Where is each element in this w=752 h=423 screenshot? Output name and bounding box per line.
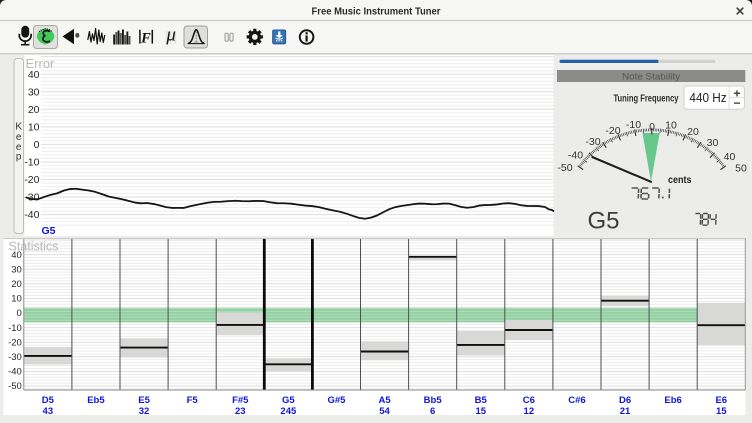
svg-text:-10: -10 — [8, 323, 22, 334]
svg-text:15: 15 — [475, 406, 486, 417]
svg-text:43: 43 — [43, 406, 54, 417]
svg-text:B5: B5 — [475, 395, 488, 406]
svg-text:-10: -10 — [626, 119, 641, 131]
svg-text:20: 20 — [11, 279, 22, 290]
svg-text:G5: G5 — [42, 225, 56, 237]
svg-text:Bb5: Bb5 — [424, 395, 443, 406]
svg-text:E6: E6 — [715, 395, 727, 406]
svg-text:F#5: F#5 — [232, 395, 249, 406]
svg-text:30: 30 — [707, 137, 719, 149]
svg-text:E5: E5 — [138, 395, 150, 406]
svg-text:-30: -30 — [8, 352, 22, 363]
svg-text:440 Hz: 440 Hz — [689, 91, 726, 105]
svg-text:10: 10 — [28, 121, 40, 133]
svg-text:C6: C6 — [523, 395, 535, 406]
svg-text:40: 40 — [724, 151, 736, 163]
svg-text:0: 0 — [649, 121, 655, 133]
svg-text:30: 30 — [28, 86, 40, 98]
svg-text:30: 30 — [11, 264, 22, 275]
svg-text:F: F — [140, 30, 151, 46]
svg-text:D5: D5 — [42, 395, 55, 406]
svg-text:-20: -20 — [24, 174, 39, 186]
svg-text:Eb5: Eb5 — [87, 395, 105, 406]
svg-text:-30: -30 — [585, 136, 600, 148]
svg-text:-10: -10 — [24, 157, 39, 169]
svg-text:21: 21 — [620, 406, 631, 417]
svg-text:G5: G5 — [282, 395, 295, 406]
svg-text:20: 20 — [28, 104, 40, 116]
svg-text:-40: -40 — [568, 150, 583, 162]
svg-text:F5: F5 — [187, 395, 199, 406]
svg-text:G#5: G#5 — [327, 395, 346, 406]
svg-text:A5: A5 — [378, 395, 391, 406]
svg-text:15: 15 — [716, 406, 727, 417]
svg-text:C#6: C#6 — [568, 395, 585, 406]
svg-text:−: − — [733, 96, 740, 110]
svg-text:10: 10 — [11, 294, 22, 305]
svg-text:245: 245 — [280, 406, 297, 417]
svg-text:Error: Error — [26, 56, 56, 71]
svg-text:50: 50 — [735, 163, 747, 175]
svg-text:20: 20 — [687, 126, 699, 138]
svg-text:32: 32 — [139, 406, 150, 417]
svg-text:0: 0 — [17, 308, 22, 319]
svg-text:10: 10 — [665, 120, 677, 132]
svg-text:-40: -40 — [8, 367, 22, 378]
svg-text:-20: -20 — [605, 125, 620, 137]
svg-text:-50: -50 — [557, 162, 572, 174]
svg-text:Eb6: Eb6 — [664, 395, 681, 406]
svg-text:-20: -20 — [8, 337, 22, 348]
svg-text:23: 23 — [235, 406, 246, 417]
svg-text:-50: -50 — [8, 381, 22, 392]
svg-text:6: 6 — [430, 406, 435, 417]
svg-text:Note Stability: Note Stability — [622, 71, 680, 82]
svg-text:Tuning Frequency: Tuning Frequency — [614, 93, 679, 104]
svg-text:12: 12 — [524, 406, 535, 417]
svg-text:K: K — [15, 122, 22, 133]
svg-text:-40: -40 — [24, 209, 39, 221]
svg-text:Statistics: Statistics — [9, 240, 59, 254]
svg-text:μ: μ — [165, 25, 176, 46]
svg-text:cents: cents — [668, 175, 692, 186]
svg-text:54: 54 — [379, 406, 390, 417]
svg-text:G5: G5 — [588, 208, 620, 235]
svg-text:Free Music Instrument Tuner: Free Music Instrument Tuner — [312, 5, 441, 17]
svg-text:D6: D6 — [619, 395, 631, 406]
svg-text:p: p — [16, 152, 22, 163]
svg-text:0: 0 — [34, 139, 40, 151]
